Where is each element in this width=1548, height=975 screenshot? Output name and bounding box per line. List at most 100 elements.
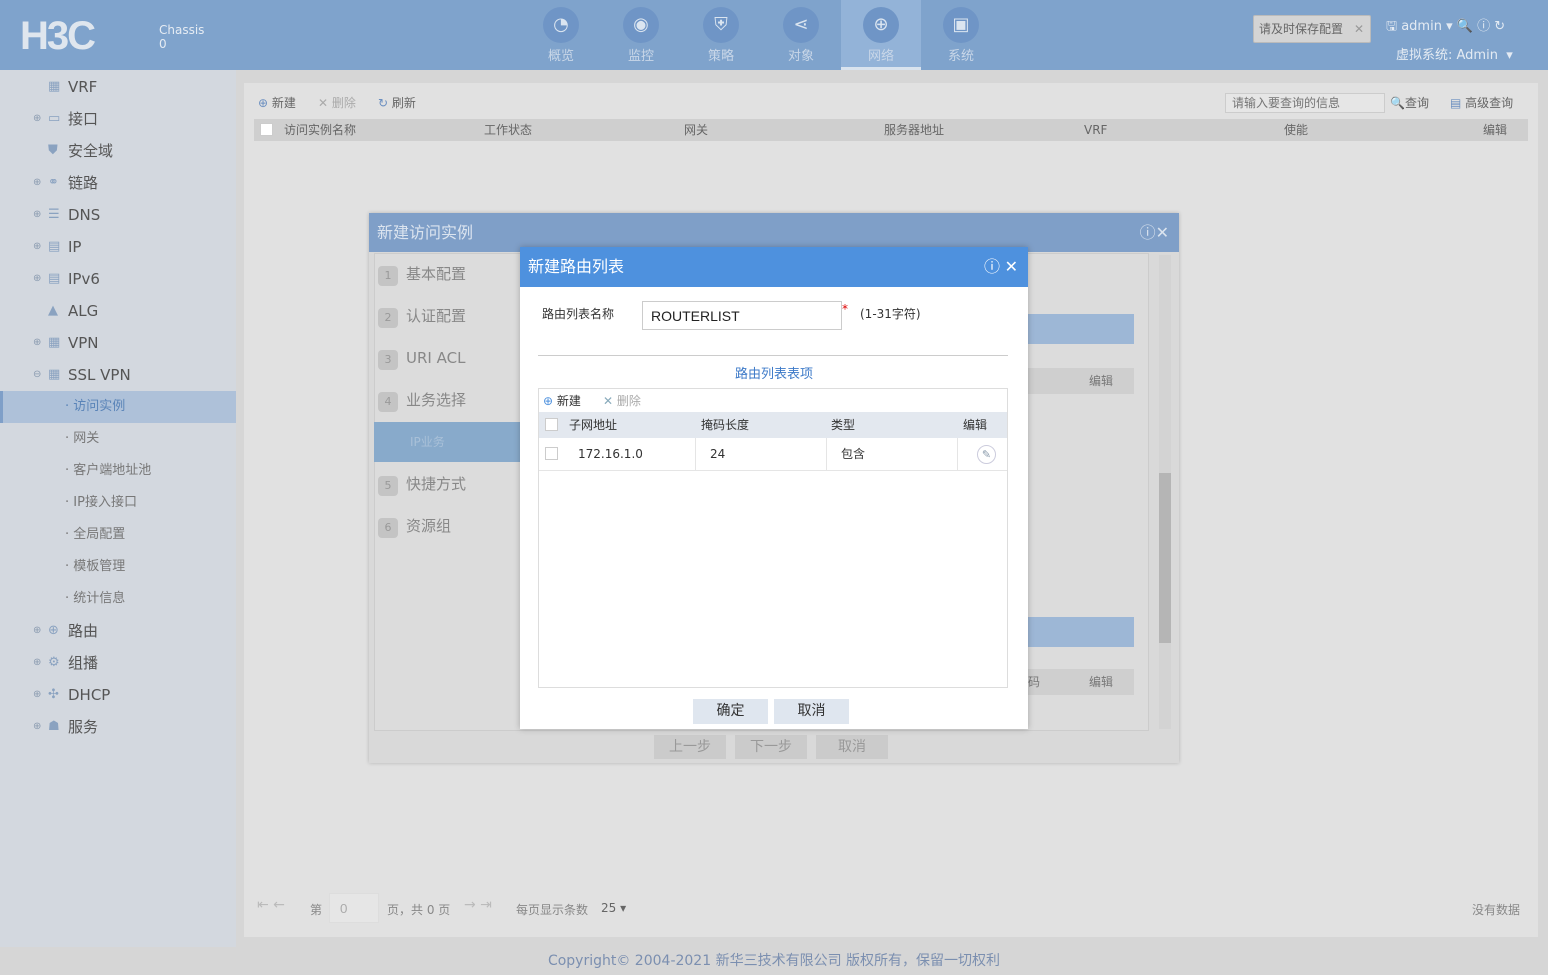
step-number: 2 [378, 308, 398, 328]
expand-icon[interactable]: ⊕ [33, 263, 41, 295]
refresh-button[interactable]: ↻ 刷新 [378, 94, 416, 111]
label: 服务 [68, 718, 99, 736]
sidebar-item-vrf[interactable]: ▦ VRF [0, 71, 236, 103]
step-uri-acl[interactable]: 3 URI ACL [378, 343, 528, 373]
sidebar-subitem-client-pool[interactable]: · 客户端地址池 [0, 455, 236, 487]
advanced-query-button[interactable]: ▤ 高级查询 [1450, 94, 1513, 111]
sidebar-subitem-gateway[interactable]: · 网关 [0, 423, 236, 455]
sidebar-subitem-template[interactable]: · 模板管理 [0, 551, 236, 583]
sidebar-item-link[interactable]: ⊕ ⚭ 链路 [0, 167, 236, 199]
prev-button[interactable]: 上一步 [654, 735, 726, 759]
search-icon[interactable]: 🔍 [1457, 19, 1473, 34]
expand-icon[interactable]: ⊕ [33, 327, 41, 359]
next-button[interactable]: 下一步 [735, 735, 807, 759]
page-input[interactable] [329, 893, 379, 923]
step-auth[interactable]: 2 认证配置 [378, 301, 528, 331]
select-all-checkbox[interactable] [260, 123, 273, 136]
step-number: 5 [378, 476, 398, 496]
sidebar-subitem-ip-access-interface[interactable]: · IP接入接口 [0, 487, 236, 519]
expand-icon[interactable]: ⊕ [33, 167, 41, 199]
sidebar-subitem-statistics[interactable]: · 统计信息 [0, 583, 236, 615]
close-icon[interactable]: ✕ [1005, 247, 1018, 287]
expand-icon[interactable]: ⊕ [33, 711, 41, 743]
step-service[interactable]: 4 业务选择 [378, 385, 528, 415]
nav-policy[interactable]: ⛨ 策略 [681, 0, 761, 70]
route-list-name-input[interactable] [642, 301, 842, 330]
chassis-info: Chassis 0 [159, 23, 204, 51]
ok-button[interactable]: 确定 [693, 699, 768, 724]
sidebar-item-ip[interactable]: ⊕ ▤ IP [0, 231, 236, 263]
col-server[interactable]: 服务器地址 [884, 119, 944, 141]
expand-icon[interactable]: ⊕ [33, 679, 41, 711]
logout-icon[interactable]: ↻ [1494, 19, 1505, 34]
label: 组播 [68, 654, 99, 672]
pagination-nav-last[interactable]: → ⇥ [464, 897, 492, 913]
sidebar-item-ipv6[interactable]: ⊕ ▤ IPv6 [0, 263, 236, 295]
user-menu[interactable]: admin [1401, 19, 1442, 34]
nav-network[interactable]: ⊕ 网络 [841, 0, 921, 70]
sidebar-item-interface[interactable]: ⊕ ▭ 接口 [0, 103, 236, 135]
cancel-button[interactable]: 取消 [816, 735, 888, 759]
help-icon[interactable]: ⓘ [1477, 19, 1490, 34]
sidebar-item-routing[interactable]: ⊕ ⊕ 路由 [0, 615, 236, 647]
sidebar-item-vpn[interactable]: ⊕ ▦ VPN [0, 327, 236, 359]
grid-new-button[interactable]: ⊕ 新建 [543, 392, 581, 409]
scrollbar[interactable] [1159, 255, 1171, 729]
select-all-checkbox[interactable] [545, 418, 558, 431]
nav-overview[interactable]: ◔ 概览 [521, 0, 601, 70]
help-icon[interactable]: ⓘ [984, 247, 1000, 287]
nav-system[interactable]: ▣ 系统 [921, 0, 1001, 70]
help-close-icons[interactable]: ⓘ✕ [1140, 213, 1169, 252]
virtual-system-label: 虚拟系统: Admin [1396, 48, 1498, 63]
expand-icon[interactable]: ⊕ [33, 103, 41, 135]
section-bar [1024, 617, 1134, 647]
nav-object[interactable]: ⋖ 对象 [761, 0, 841, 70]
step-shortcut[interactable]: 5 快捷方式 [378, 469, 528, 499]
collapse-icon[interactable]: ⊖ [33, 359, 41, 391]
expand-icon[interactable]: ⊕ [33, 231, 41, 263]
save-icon[interactable]: 🖫 [1386, 19, 1397, 34]
sidebar-item-ssl-vpn[interactable]: ⊖ ▦ SSL VPN [0, 359, 236, 391]
expand-icon[interactable]: ⊕ [33, 647, 41, 679]
nav-monitor[interactable]: ◉ 监控 [601, 0, 681, 70]
sidebar-subitem-access-instance[interactable]: · 访问实例 [0, 391, 236, 423]
sidebar-subitem-global-config[interactable]: · 全局配置 [0, 519, 236, 551]
delete-button[interactable]: ✕ 删除 [318, 94, 356, 111]
label: 安全域 [68, 142, 114, 160]
sidebar-item-zone[interactable]: ⛊ 安全域 [0, 135, 236, 167]
close-icon[interactable]: ✕ [1354, 16, 1364, 42]
label: DHCP [68, 686, 111, 704]
sidebar-item-multicast[interactable]: ⊕ ⚙ 组播 [0, 647, 236, 679]
step-ip-service[interactable]: IP业务 [374, 422, 520, 462]
step-basic[interactable]: 1 基本配置 [378, 259, 528, 289]
step-resource-group[interactable]: 6 资源组 [378, 511, 528, 541]
expand-icon[interactable]: ⊕ [33, 199, 41, 231]
scrollbar-thumb[interactable] [1159, 473, 1171, 643]
query-button[interactable]: 🔍查询 [1390, 94, 1429, 111]
delete-icon: ✕ [603, 394, 614, 408]
cancel-button[interactable]: 取消 [774, 699, 849, 724]
search-input[interactable] [1225, 93, 1385, 113]
virtual-system-select[interactable]: 虚拟系统: Admin ▾ [1396, 44, 1513, 63]
step-label: 快捷方式 [406, 475, 467, 493]
col-enable[interactable]: 使能 [1284, 119, 1308, 141]
label: 查询 [1404, 96, 1429, 110]
per-page-select[interactable]: 25 ▾ [601, 901, 626, 915]
h3c-logo: H3C [20, 14, 96, 58]
col-status[interactable]: 工作状态 [484, 119, 532, 141]
label: · 网关 [65, 431, 100, 446]
row-checkbox[interactable] [545, 447, 558, 460]
nav-label: 监控 [627, 49, 654, 64]
grid-delete-button[interactable]: ✕ 删除 [603, 392, 641, 409]
col-vrf[interactable]: VRF [1084, 119, 1107, 141]
sidebar-item-dhcp[interactable]: ⊕ ✣ DHCP [0, 679, 236, 711]
sidebar-item-service[interactable]: ⊕ ☗ 服务 [0, 711, 236, 743]
sidebar-item-dns[interactable]: ⊕ ☰ DNS [0, 199, 236, 231]
col-gateway[interactable]: 网关 [684, 119, 708, 141]
sidebar-item-alg[interactable]: ▲ ALG [0, 295, 236, 327]
expand-icon[interactable]: ⊕ [33, 615, 41, 647]
pagination-nav-first[interactable]: ⇤ ← [257, 897, 285, 913]
col-name[interactable]: 访问实例名称 [284, 119, 356, 141]
new-button[interactable]: ⊕ 新建 [258, 94, 296, 111]
edit-pencil-icon[interactable]: ✎ [977, 445, 996, 464]
